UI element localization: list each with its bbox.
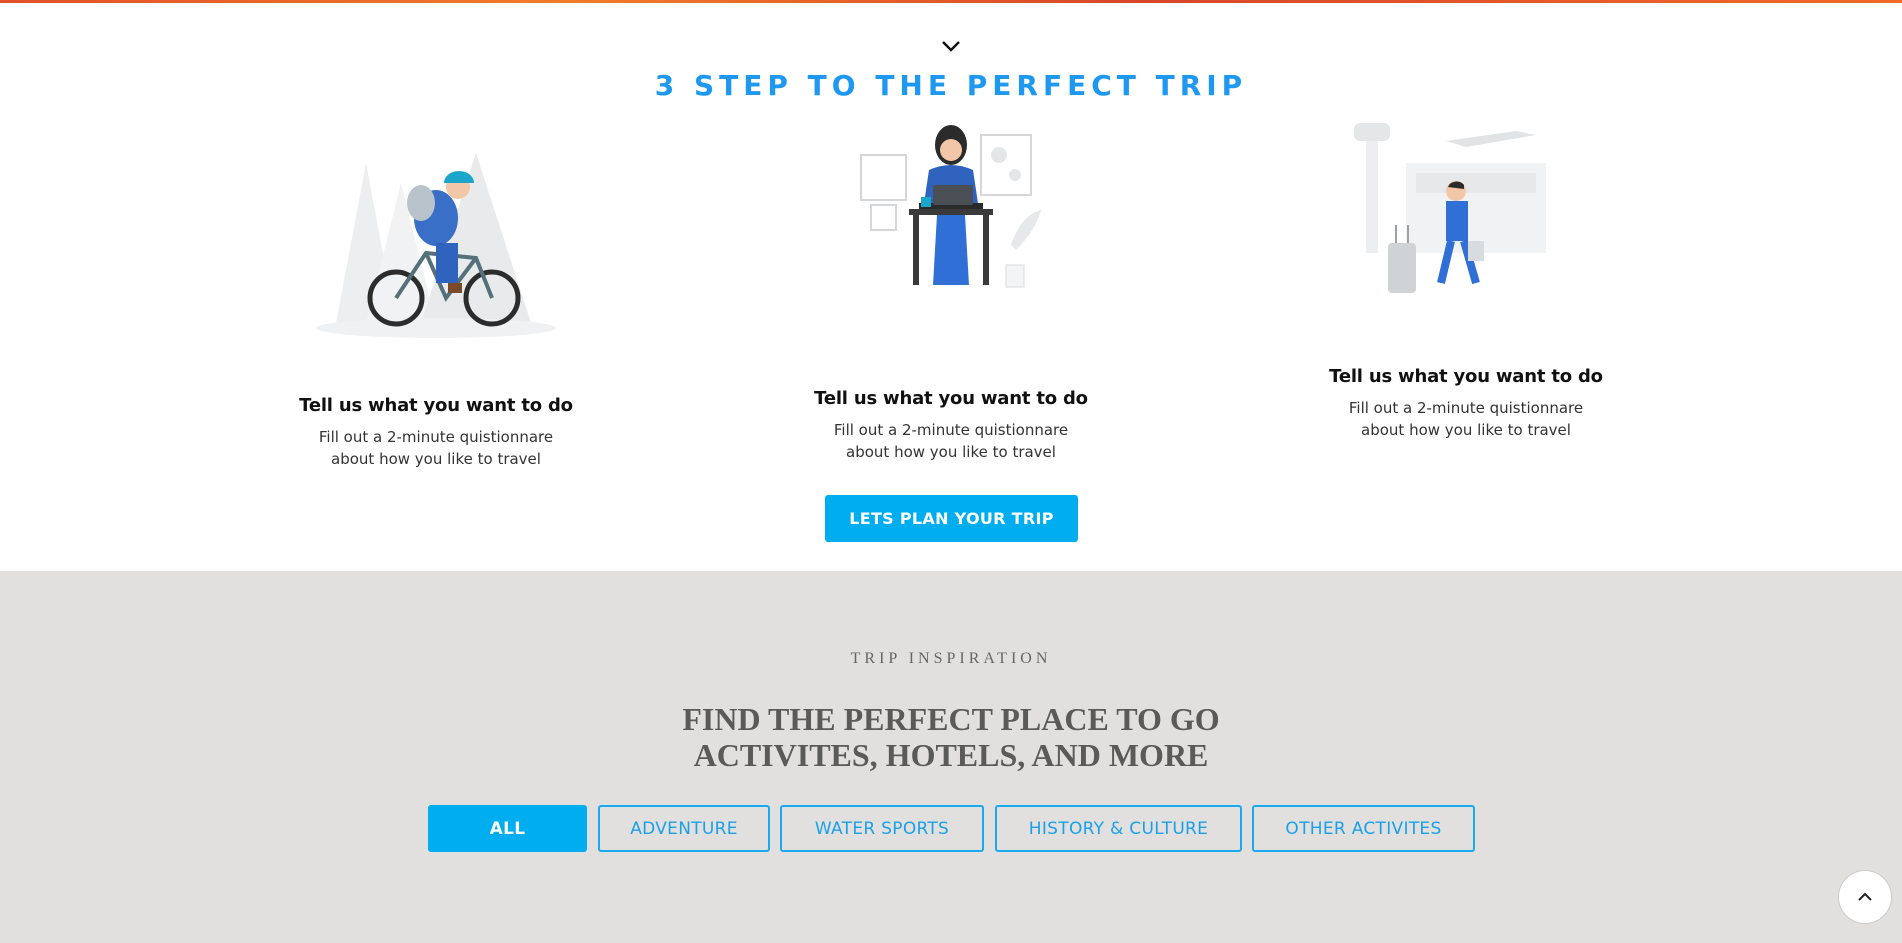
filter-adventure-button[interactable]: ADVENTURE (598, 805, 770, 852)
scroll-to-top-button[interactable] (1838, 870, 1892, 924)
woman-at-laptop-illustration-icon (860, 125, 1041, 288)
plan-trip-button[interactable]: LETS PLAN YOUR TRIP (825, 495, 1078, 542)
step-heading: Tell us what you want to do (814, 388, 1088, 409)
section-eyebrow: TRIP INSPIRATION (850, 650, 1052, 667)
traveler-airport-illustration-icon (1354, 123, 1546, 293)
filter-history-culture-button[interactable]: HISTORY & CULTURE (995, 805, 1242, 852)
step-description: Fill out a 2-minute quistionnare about ho… (318, 428, 554, 468)
filter-water-sports-button[interactable]: WATER SPORTS (780, 805, 984, 852)
step-heading: Tell us what you want to do (299, 395, 573, 416)
chevron-down-icon[interactable] (941, 39, 961, 53)
filter-all-button[interactable]: ALL (428, 805, 587, 852)
chevron-up-icon (1858, 892, 1872, 901)
cyclist-illustration-icon (316, 153, 556, 338)
step-heading: Tell us what you want to do (1329, 366, 1603, 387)
section-headline: FIND THE PERFECT PLACE TO GO ACTIVITES, H… (682, 701, 1220, 773)
step-description: Fill out a 2-minute quistionnare about ho… (833, 421, 1069, 461)
trip-inspiration-section: TRIP INSPIRATION FIND THE PERFECT PLACE … (0, 571, 1902, 943)
category-filter-bar: ALL ADVENTURE WATER SPORTS HISTORY & CUL… (0, 805, 1902, 853)
steps-section: 3 STEP TO THE PERFECT TRIP Tell us what … (0, 3, 1902, 571)
step-description: Fill out a 2-minute quistionnare about ho… (1348, 399, 1584, 439)
steps-title: 3 STEP TO THE PERFECT TRIP (654, 69, 1248, 102)
filter-other-activites-button[interactable]: OTHER ACTIVITES (1252, 805, 1475, 852)
